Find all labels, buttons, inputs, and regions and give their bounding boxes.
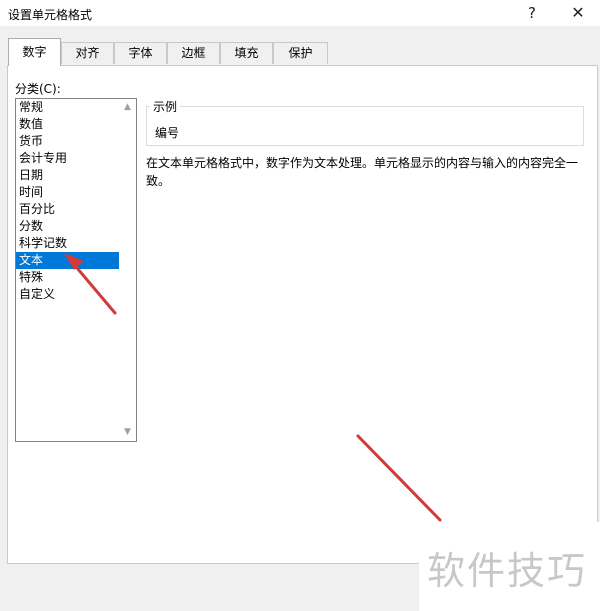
annotation-arrow-line <box>70 260 117 315</box>
annotation-stroke-line <box>356 434 442 522</box>
annotation-arrow-head-icon <box>64 253 84 270</box>
tab-number[interactable]: 数字 <box>8 38 61 66</box>
watermark-text: 软件技巧 <box>427 549 588 593</box>
annotation-arrows <box>64 253 442 522</box>
